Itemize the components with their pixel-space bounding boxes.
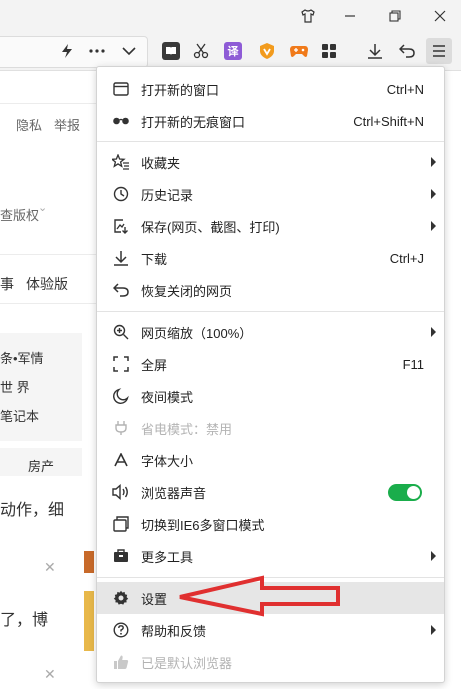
report-link[interactable]: 举报 bbox=[54, 115, 80, 134]
thumbnail-image bbox=[84, 551, 94, 573]
menu-item-power-save[interactable]: 省电模式：禁用 bbox=[97, 412, 444, 444]
skin-icon[interactable] bbox=[288, 0, 328, 32]
chevron-down-icon[interactable] bbox=[116, 38, 142, 64]
gear-icon bbox=[112, 589, 130, 607]
article-snippet[interactable]: 了，博 bbox=[0, 606, 48, 630]
translate-icon[interactable]: 译 bbox=[220, 38, 246, 64]
restore-icon[interactable] bbox=[375, 0, 415, 32]
plug-icon bbox=[112, 419, 130, 437]
menu-item-save[interactable]: 保存(网页、截图、打印) bbox=[97, 210, 444, 242]
shield-extension-icon[interactable] bbox=[254, 38, 280, 64]
close-icon[interactable] bbox=[420, 0, 460, 32]
menu-item-download[interactable]: 下载 Ctrl+J bbox=[97, 242, 444, 274]
menu-item-new-window[interactable]: 打开新的窗口 Ctrl+N bbox=[97, 73, 444, 105]
scissors-icon[interactable] bbox=[188, 38, 214, 64]
more-dots-icon[interactable] bbox=[84, 38, 110, 64]
tab-realestate[interactable]: 房产 bbox=[28, 456, 54, 475]
download-icon[interactable] bbox=[362, 38, 388, 64]
thumbs-up-icon bbox=[112, 653, 130, 671]
menu-separator bbox=[97, 577, 444, 578]
save-page-icon bbox=[112, 217, 130, 235]
main-menu: 打开新的窗口 Ctrl+N 打开新的无痕窗口 Ctrl+Shift+N 收藏夹 … bbox=[96, 66, 445, 683]
menu-item-favorites[interactable]: 收藏夹 bbox=[97, 146, 444, 178]
chevron-down-icon: ⌄ bbox=[38, 202, 48, 214]
window-icon bbox=[112, 80, 130, 98]
menu-item-history[interactable]: 历史记录 bbox=[97, 178, 444, 210]
close-icon[interactable]: ✕ bbox=[44, 666, 56, 683]
multi-window-icon bbox=[112, 515, 130, 533]
menu-item-more-tools[interactable]: 更多工具 bbox=[97, 540, 444, 572]
side-item[interactable]: 条•军情 bbox=[0, 348, 44, 367]
menu-item-fullscreen[interactable]: 全屏 F11 bbox=[97, 348, 444, 380]
menu-item-zoom[interactable]: 网页缩放（100%） bbox=[97, 316, 444, 348]
undo-icon bbox=[112, 281, 130, 299]
submenu-arrow-icon bbox=[431, 551, 436, 561]
menu-item-help[interactable]: 帮助和反馈 bbox=[97, 614, 444, 646]
undo-icon[interactable] bbox=[394, 38, 420, 64]
menu-item-ie6-mode[interactable]: 切换到IE6多窗口模式 bbox=[97, 508, 444, 540]
side-item[interactable]: 笔记本 bbox=[0, 406, 39, 425]
moon-icon bbox=[112, 387, 130, 405]
toolbox-icon bbox=[112, 547, 130, 565]
speaker-icon bbox=[112, 483, 130, 501]
page-tab[interactable]: 事 bbox=[0, 274, 14, 294]
window-titlebar bbox=[0, 0, 461, 32]
menu-item-settings[interactable]: 设置 bbox=[97, 582, 444, 614]
menu-item-restore-closed[interactable]: 恢复关闭的网页 bbox=[97, 274, 444, 306]
submenu-arrow-icon bbox=[431, 189, 436, 199]
menu-item-night-mode[interactable]: 夜间模式 bbox=[97, 380, 444, 412]
download-icon bbox=[112, 249, 130, 267]
main-menu-button[interactable] bbox=[426, 38, 452, 64]
fullscreen-icon bbox=[112, 355, 130, 373]
apps-grid-icon[interactable] bbox=[316, 38, 342, 64]
sound-toggle[interactable] bbox=[388, 484, 422, 501]
clock-icon bbox=[112, 185, 130, 203]
question-icon bbox=[112, 621, 130, 639]
minimize-icon[interactable] bbox=[330, 0, 370, 32]
submenu-arrow-icon bbox=[431, 327, 436, 337]
submenu-arrow-icon bbox=[431, 221, 436, 231]
menu-separator bbox=[97, 311, 444, 312]
menu-item-default-browser[interactable]: 已是默认浏览器 bbox=[97, 646, 444, 678]
font-letter-icon bbox=[112, 451, 130, 469]
close-icon[interactable]: ✕ bbox=[44, 559, 56, 576]
submenu-arrow-icon bbox=[431, 157, 436, 167]
reading-mode-icon[interactable] bbox=[158, 38, 184, 64]
game-extension-icon[interactable] bbox=[286, 38, 312, 64]
side-item[interactable]: 世 界 bbox=[0, 377, 30, 396]
privacy-link[interactable]: 隐私 bbox=[16, 115, 42, 134]
incognito-glasses-icon bbox=[112, 112, 130, 130]
menu-item-incognito[interactable]: 打开新的无痕窗口 Ctrl+Shift+N bbox=[97, 105, 444, 137]
lightning-icon[interactable] bbox=[54, 38, 80, 64]
article-snippet[interactable]: 动作，细 bbox=[0, 496, 64, 520]
zoom-icon bbox=[112, 323, 130, 341]
star-list-icon bbox=[112, 153, 130, 171]
thumbnail-image bbox=[84, 591, 94, 651]
menu-separator bbox=[97, 141, 444, 142]
menu-item-browser-sound[interactable]: 浏览器声音 bbox=[97, 476, 444, 508]
menu-item-font-size[interactable]: 字体大小 bbox=[97, 444, 444, 476]
copyright-link[interactable]: 查版权 bbox=[0, 205, 39, 224]
page-tab-beta[interactable]: 体验版 bbox=[26, 274, 68, 294]
submenu-arrow-icon bbox=[431, 625, 436, 635]
